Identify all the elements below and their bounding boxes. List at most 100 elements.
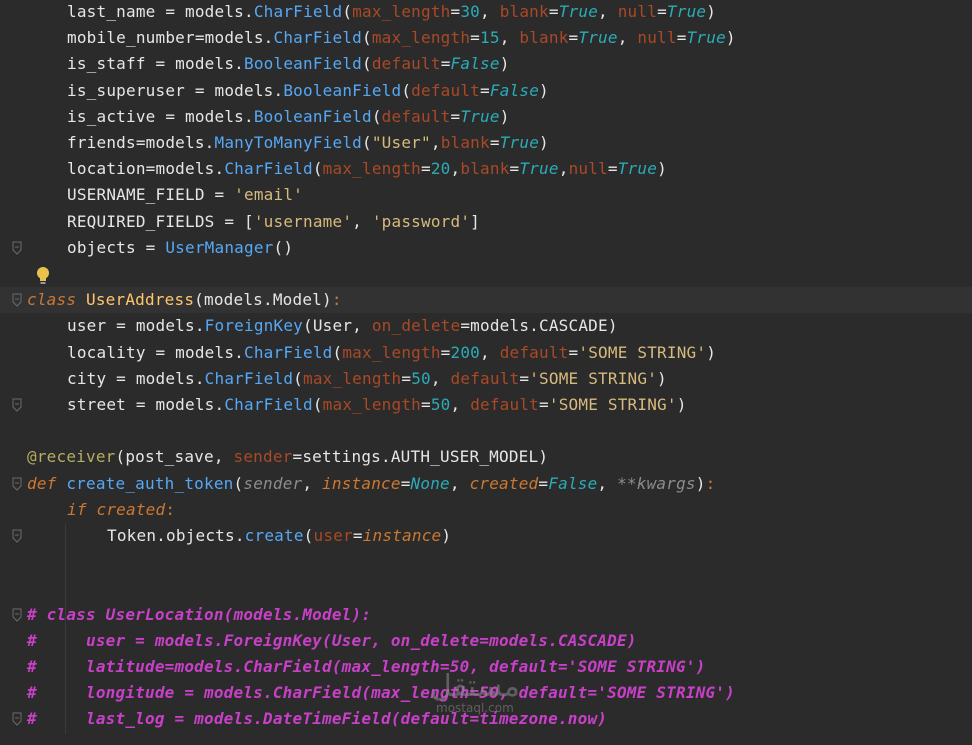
code-token: None: [410, 473, 450, 493]
code-token: (: [342, 2, 353, 21]
code-token: ,: [302, 473, 323, 493]
code-token: True: [617, 159, 658, 179]
code-token: (: [362, 133, 372, 152]
code-token: ,: [450, 159, 461, 179]
code-line[interactable]: # user = models.ForeignKey(User, on_dele…: [0, 628, 972, 654]
code-token: ): [676, 395, 687, 414]
code-token: # longitude = models.CharField(max_lengt…: [27, 683, 735, 703]
code-token: CharField: [273, 28, 362, 48]
code-token: =: [400, 473, 411, 493]
code-token: =: [450, 2, 461, 21]
code-line[interactable]: last_name = models.CharField(max_length=…: [0, 0, 972, 25]
code-token: null: [617, 2, 658, 21]
code-line[interactable]: is_active = models.BooleanField(default=…: [0, 104, 972, 130]
code-token: def: [27, 473, 67, 493]
code-text: mobile_number=models.CharField(max_lengt…: [67, 25, 736, 51]
code-token: =: [480, 80, 490, 100]
code-token: True: [558, 2, 599, 21]
code-text: objects = UserManager(): [67, 235, 293, 261]
code-text: # class UserLocation(models.Model):: [27, 602, 371, 628]
code-line[interactable]: city = models.CharField(max_length=50, d…: [0, 366, 972, 392]
code-token: 50: [430, 395, 451, 414]
code-token: True: [519, 159, 559, 179]
code-token: =: [538, 473, 549, 493]
code-line[interactable]: [0, 549, 972, 575]
code-token: (: [303, 526, 314, 545]
code-token: **kwargs: [617, 473, 696, 493]
code-line[interactable]: user = models.ForeignKey(User, on_delete…: [0, 313, 972, 339]
code-token: True: [499, 133, 540, 152]
code-line[interactable]: mobile_number=models.CharField(max_lengt…: [0, 25, 972, 51]
code-line[interactable]: friends=models.ManyToManyField("User",bl…: [0, 130, 972, 156]
code-line[interactable]: location=models.CharField(max_length=20,…: [0, 156, 972, 182]
code-line[interactable]: is_superuser = models.BooleanField(defau…: [0, 78, 972, 104]
code-token: max_length: [303, 368, 402, 388]
fold-icon[interactable]: [12, 529, 22, 543]
code-token: CharField: [253, 2, 343, 21]
code-text: street = models.CharField(max_length=50,…: [67, 392, 687, 418]
code-token: (: [332, 342, 343, 362]
code-line[interactable]: [0, 575, 972, 601]
fold-icon[interactable]: [12, 398, 22, 412]
code-token: =: [421, 159, 431, 179]
code-token: instance: [322, 473, 401, 493]
code-token: blank: [440, 133, 490, 152]
code-line[interactable]: REQUIRED_FIELDS = ['username', 'password…: [0, 209, 972, 235]
code-token: BooleanField: [244, 54, 362, 74]
code-token: =: [519, 368, 530, 388]
code-token: ,: [558, 159, 569, 179]
code-token: default: [411, 80, 481, 100]
code-token: ,: [430, 133, 441, 152]
code-token: mobile_number=models.: [67, 28, 274, 48]
code-token: create: [244, 526, 304, 545]
code-editor[interactable]: last_name = models.CharField(max_length=…: [0, 0, 972, 745]
code-line[interactable]: # class UserLocation(models.Model):: [0, 602, 972, 628]
code-line[interactable]: [0, 418, 972, 444]
code-token: default: [499, 342, 569, 362]
code-token: ): [539, 133, 549, 152]
code-text: class UserAddress(models.Model):: [27, 287, 342, 313]
code-token: 'email': [234, 185, 304, 205]
code-line[interactable]: objects = UserManager(): [0, 235, 972, 261]
fold-icon[interactable]: [12, 241, 22, 255]
code-token: objects =: [67, 237, 166, 257]
code-token: :: [165, 499, 176, 519]
code-token: blank: [460, 159, 510, 179]
code-token: max_length: [342, 342, 441, 362]
indent-guide: [65, 524, 66, 734]
code-token: # last_log = models.DateTimeField(defaul…: [27, 709, 608, 729]
code-token: # user = models.ForeignKey(User, on_dele…: [27, 630, 637, 650]
code-token: 'SOME STRING': [529, 368, 658, 388]
code-text: last_name = models.CharField(max_length=…: [67, 0, 716, 25]
code-line[interactable]: locality = models.CharField(max_length=2…: [0, 340, 972, 366]
code-line[interactable]: if created:: [0, 497, 972, 523]
code-line[interactable]: @receiver(post_save, sender=settings.AUT…: [0, 444, 972, 470]
code-line[interactable]: USERNAME_FIELD = 'email': [0, 182, 972, 208]
code-token: CharField: [224, 395, 313, 414]
code-line[interactable]: is_staff = models.BooleanField(default=F…: [0, 51, 972, 77]
fold-icon[interactable]: [12, 293, 22, 307]
code-token: null: [568, 159, 608, 179]
code-line[interactable]: class UserAddress(models.Model):: [0, 287, 972, 314]
fold-icon[interactable]: [12, 712, 22, 727]
code-token: =: [539, 395, 549, 414]
lightbulb-icon[interactable]: [35, 266, 51, 286]
code-token: (: [362, 28, 372, 48]
code-token: max_length: [322, 159, 421, 179]
code-token: USERNAME_FIELD =: [67, 185, 235, 205]
code-line[interactable]: street = models.CharField(max_length=50,…: [0, 392, 972, 418]
code-token: REQUIRED_FIELDS = [: [67, 211, 254, 231]
code-line[interactable]: [0, 261, 972, 287]
code-token: BooleanField: [253, 106, 372, 126]
code-line[interactable]: def create_auth_token(sender, instance=N…: [0, 471, 972, 497]
code-token: CharField: [224, 159, 313, 179]
fold-icon[interactable]: [12, 477, 22, 491]
code-token: Token.objects.: [107, 526, 245, 545]
code-text: locality = models.CharField(max_length=2…: [67, 340, 716, 366]
code-token: False: [548, 473, 598, 493]
code-token: max_length: [371, 28, 471, 48]
code-line[interactable]: Token.objects.create(user=instance): [0, 523, 972, 549]
code-token: =: [450, 106, 461, 126]
code-text: # user = models.ForeignKey(User, on_dele…: [27, 628, 637, 654]
fold-icon[interactable]: [12, 608, 22, 622]
